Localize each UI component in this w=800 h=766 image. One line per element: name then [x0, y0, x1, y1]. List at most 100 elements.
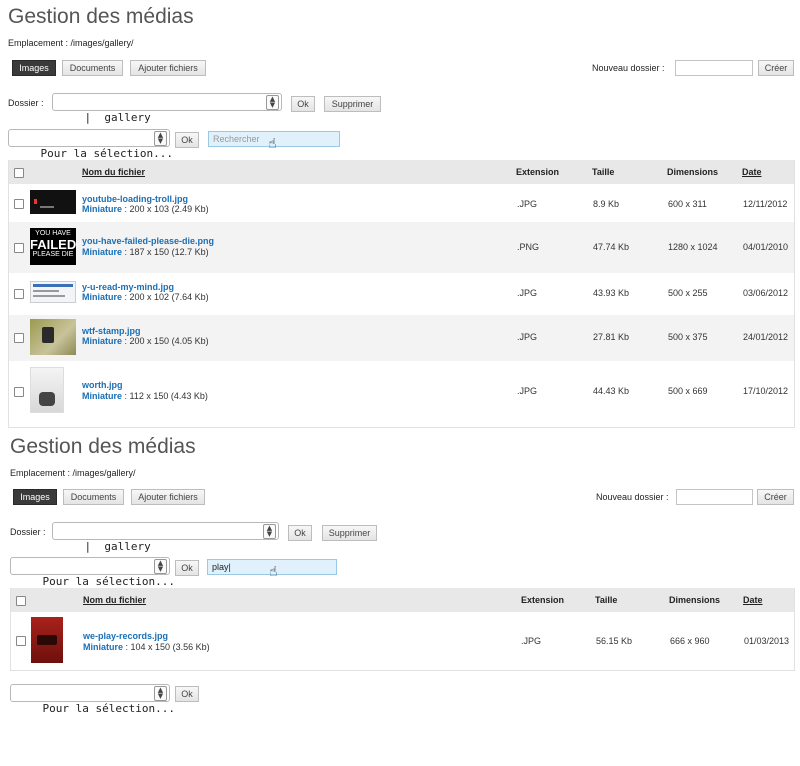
file-name-link[interactable]: y-u-read-my-mind.jpg: [82, 282, 174, 292]
thumbnail-image[interactable]: [30, 319, 76, 355]
page-title: Gestion des médias: [10, 435, 196, 458]
miniature-link[interactable]: Miniature: [82, 292, 122, 302]
file-date: 04/01/2010: [743, 242, 789, 252]
bulk-action-select[interactable]: Pour la sélection... ▲ ▼: [10, 557, 175, 588]
bulk-action-ok-button-bottom[interactable]: Ok: [175, 686, 199, 702]
table-row: wtf-stamp.jpg Miniature : 200 x 150 (4.0…: [9, 315, 794, 361]
file-extension: .JPG: [517, 332, 538, 342]
miniature-link[interactable]: Miniature: [82, 247, 122, 257]
tab-images[interactable]: Images: [12, 60, 56, 76]
create-folder-button[interactable]: Créer: [758, 60, 794, 76]
bulk-action-select[interactable]: Pour la sélection... ▲ ▼: [8, 129, 173, 160]
file-extension: .JPG: [521, 636, 542, 646]
column-filename[interactable]: Nom du fichier: [83, 595, 146, 605]
tab-documents[interactable]: Documents: [62, 60, 123, 76]
bulk-action-ok-button[interactable]: Ok: [175, 560, 199, 576]
file-extension: .JPG: [517, 199, 538, 209]
thumbnail-image[interactable]: [31, 617, 63, 663]
table-row: youtube-loading-troll.jpg Miniature : 20…: [9, 184, 794, 222]
miniature-link[interactable]: Miniature: [82, 204, 122, 214]
row-checkbox[interactable]: [16, 636, 26, 646]
select-all-checkbox[interactable]: [16, 596, 26, 606]
tab-images[interactable]: Images: [13, 489, 57, 505]
file-name-link[interactable]: you-have-failed-please-die.png: [82, 236, 214, 246]
row-checkbox[interactable]: [14, 199, 24, 209]
search-placeholder: Rechercher: [213, 134, 260, 144]
miniature-info: : 187 x 150 (12.7 Kb): [124, 247, 209, 257]
file-size: 47.74 Kb: [593, 242, 630, 252]
column-dimensions: Dimensions: [667, 167, 719, 177]
select-arrows-icon: ▲ ▼: [263, 524, 276, 539]
file-name-link[interactable]: wtf-stamp.jpg: [82, 326, 141, 336]
bulk-action-ok-button[interactable]: Ok: [175, 132, 199, 148]
thumbnail-image[interactable]: YOU HAVE FAILED PLEASE DIE: [30, 228, 76, 265]
file-extension: .JPG: [517, 288, 538, 298]
miniature-link[interactable]: Miniature: [82, 336, 122, 346]
new-folder-input[interactable]: [675, 60, 753, 76]
location-breadcrumb: Emplacement : /images/gallery/: [10, 468, 136, 478]
table-row: y-u-read-my-mind.jpg Miniature : 200 x 1…: [9, 273, 794, 315]
folder-select[interactable]: | gallery ▲ ▼: [52, 522, 279, 553]
delete-folder-button[interactable]: Supprimer: [322, 525, 377, 541]
row-checkbox[interactable]: [14, 243, 24, 253]
file-dimensions: 500 x 375: [668, 332, 708, 342]
folder-ok-button[interactable]: Ok: [288, 525, 312, 541]
row-checkbox[interactable]: [14, 289, 24, 299]
media-table: Nom du fichier Extension Taille Dimensio…: [10, 588, 795, 671]
file-date: 24/01/2012: [743, 332, 789, 342]
file-dimensions: 600 x 311: [668, 199, 707, 209]
folder-select-value: | gallery: [84, 540, 151, 553]
create-folder-button[interactable]: Créer: [757, 489, 794, 505]
file-dimensions: 500 x 255: [668, 288, 708, 298]
file-date: 03/06/2012: [743, 288, 789, 298]
bulk-action-value: Pour la sélection...: [42, 702, 175, 715]
bulk-action-value: Pour la sélection...: [40, 147, 173, 160]
folder-select-value: | gallery: [84, 111, 151, 124]
select-arrows-icon: ▲ ▼: [266, 95, 279, 110]
bulk-action-select-bottom[interactable]: Pour la sélection... ▲ ▼: [10, 684, 175, 715]
column-filename[interactable]: Nom du fichier: [82, 167, 145, 177]
location-breadcrumb: Emplacement : /images/gallery/: [8, 38, 134, 48]
miniature-info: : 200 x 103 (2.49 Kb): [124, 204, 209, 214]
folder-select[interactable]: | gallery ▲ ▼: [52, 93, 282, 124]
thumbnail-image[interactable]: [30, 190, 76, 214]
media-table: Nom du fichier Extension Taille Dimensio…: [8, 160, 795, 428]
file-name-link[interactable]: youtube-loading-troll.jpg: [82, 194, 188, 204]
thumbnail-caption: PLEASE DIE: [32, 251, 74, 258]
select-arrows-icon: ▲ ▼: [154, 686, 167, 701]
file-date: 01/03/2013: [744, 636, 790, 646]
folder-ok-button[interactable]: Ok: [291, 96, 315, 112]
media-manager-panel-1: Gestion des médias Emplacement : /images…: [0, 0, 800, 428]
miniature-link[interactable]: Miniature: [83, 642, 123, 652]
tab-documents[interactable]: Documents: [63, 489, 124, 505]
tab-add-files[interactable]: Ajouter fichiers: [130, 60, 206, 76]
table-row: YOU HAVE FAILED PLEASE DIE you-have-fail…: [9, 222, 794, 273]
new-folder-label: Nouveau dossier :: [596, 492, 669, 502]
column-date[interactable]: Date: [742, 167, 762, 177]
select-all-checkbox[interactable]: [14, 168, 24, 178]
row-checkbox[interactable]: [14, 387, 24, 397]
miniature-info: : 200 x 102 (7.64 Kb): [124, 292, 209, 302]
column-size: Taille: [595, 595, 618, 605]
thumbnail-caption: FAILED: [30, 237, 76, 252]
column-extension: Extension: [521, 595, 565, 605]
file-name-link[interactable]: worth.jpg: [82, 380, 123, 390]
row-checkbox[interactable]: [14, 333, 24, 343]
file-size: 8.9 Kb: [593, 199, 620, 209]
hand-pointer-icon: ☝: [269, 564, 278, 580]
new-folder-input[interactable]: [676, 489, 753, 505]
file-size: 43.93 Kb: [593, 288, 630, 298]
tab-add-files[interactable]: Ajouter fichiers: [131, 489, 205, 505]
search-value: play: [212, 562, 229, 572]
table-header: Nom du fichier Extension Taille Dimensio…: [11, 588, 794, 612]
column-date[interactable]: Date: [743, 595, 763, 605]
delete-folder-button[interactable]: Supprimer: [324, 96, 381, 112]
thumbnail-image[interactable]: [30, 281, 76, 303]
new-folder-label: Nouveau dossier :: [592, 63, 665, 73]
thumbnail-image[interactable]: [30, 367, 64, 413]
file-name-link[interactable]: we-play-records.jpg: [83, 631, 168, 641]
table-header: Nom du fichier Extension Taille Dimensio…: [9, 160, 794, 184]
miniature-link[interactable]: Miniature: [82, 391, 122, 401]
bulk-action-value: Pour la sélection...: [42, 575, 175, 588]
file-date: 12/11/2012: [743, 199, 788, 209]
